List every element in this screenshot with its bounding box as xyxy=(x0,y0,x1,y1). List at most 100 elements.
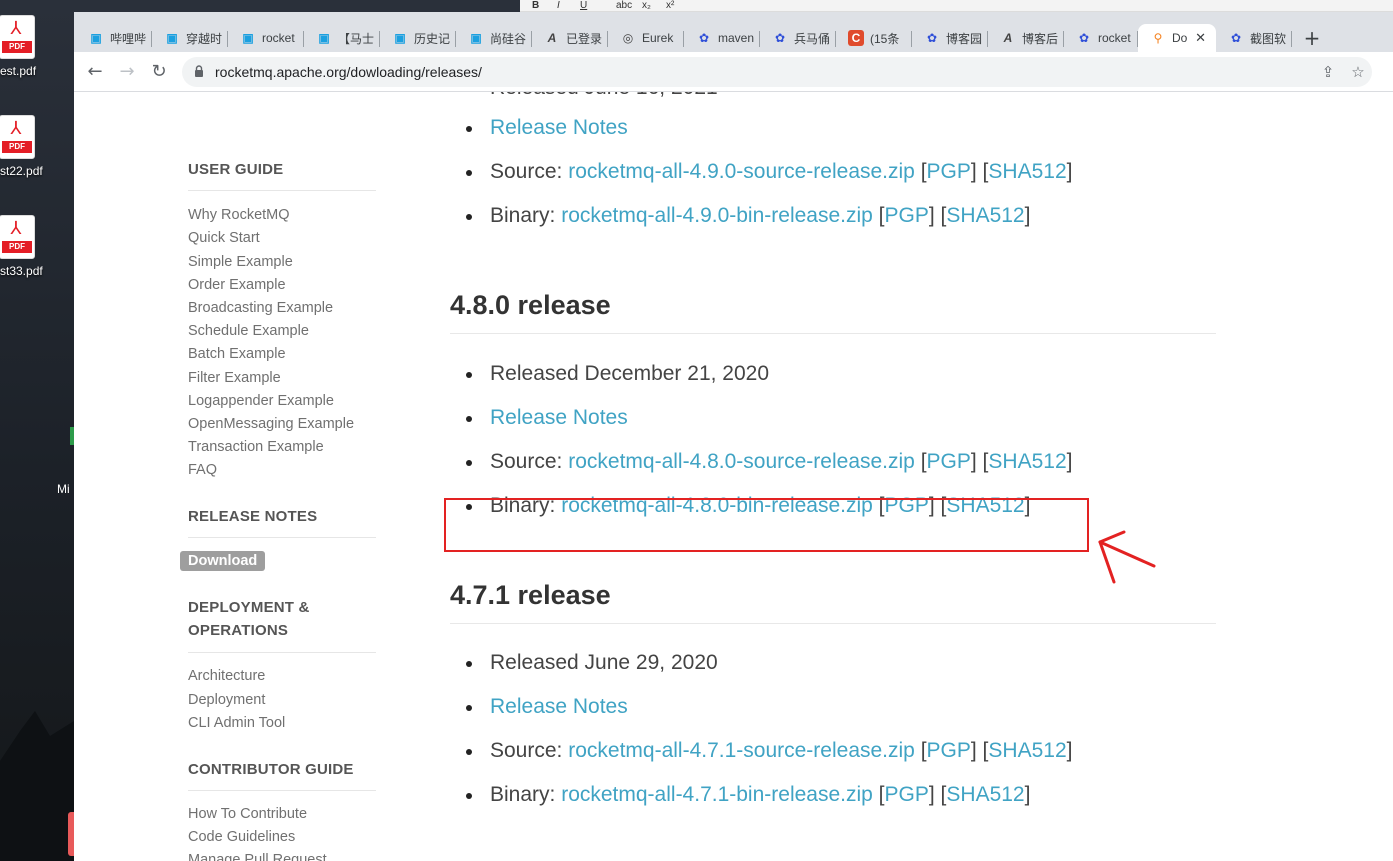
browser-tab[interactable]: A 已登录 xyxy=(532,24,608,52)
sidebar-link[interactable]: Quick Start xyxy=(188,228,260,248)
a-icon: A xyxy=(547,31,557,45)
bracket: ] [ xyxy=(928,783,947,806)
browser-tab[interactable]: ✿ 博客园 xyxy=(912,24,988,52)
browser-tab[interactable]: ▣ 哔哩哔 xyxy=(76,24,152,52)
superscript-button[interactable]: x² xyxy=(666,0,674,12)
sha512-link[interactable]: SHA512 xyxy=(988,160,1066,183)
bookmark-star-icon[interactable]: ☆ xyxy=(1346,60,1370,84)
paw-icon: ✿ xyxy=(774,31,786,45)
back-icon[interactable]: ← xyxy=(83,60,107,84)
browser-tab[interactable]: ▣ 历史记 xyxy=(380,24,456,52)
list-item-text: Source: rocketmq-all-4.8.0-source-releas… xyxy=(490,448,1072,476)
sidebar-link[interactable]: CLI Admin Tool xyxy=(188,713,285,733)
sidebar-link[interactable]: Code Guidelines xyxy=(188,827,295,847)
released-date-text: Released June 16, 2021 xyxy=(490,92,718,102)
pgp-link[interactable]: PGP xyxy=(885,204,929,227)
sidebar-link[interactable]: Batch Example xyxy=(188,344,286,364)
source-zip-link[interactable]: rocketmq-all-4.7.1-source-release.zip xyxy=(568,739,915,762)
tab-label: Do xyxy=(1172,31,1188,45)
sidebar-heading-deployment: DEPLOYMENT & xyxy=(188,599,310,616)
browser-tab[interactable]: ✿ rocket xyxy=(1064,24,1138,52)
share-icon[interactable]: ⇪ xyxy=(1316,60,1340,84)
tab-label: maven xyxy=(718,31,755,45)
paw-icon: ✿ xyxy=(1230,31,1242,45)
browser-tab[interactable]: ✿ 兵马俑 xyxy=(760,24,836,52)
release-notes-link[interactable]: Release Notes xyxy=(490,116,628,139)
sidebar-link[interactable]: How To Contribute xyxy=(188,804,307,824)
sidebar-link[interactable]: Architecture xyxy=(188,666,265,686)
sidebar-link[interactable]: Why RocketMQ xyxy=(188,205,290,225)
bracket: ] [ xyxy=(970,160,989,183)
sidebar-link[interactable]: Manage Pull Request xyxy=(188,850,327,861)
list-item-text: Binary: rocketmq-all-4.7.1-bin-release.z… xyxy=(490,781,1030,809)
sidebar-link[interactable]: FAQ xyxy=(188,460,217,480)
tab-separator xyxy=(1291,31,1292,47)
browser-tab[interactable]: ✿ maven xyxy=(684,24,760,52)
sidebar-link[interactable]: Schedule Example xyxy=(188,321,309,341)
pgp-link[interactable]: PGP xyxy=(927,160,971,183)
source-zip-link[interactable]: rocketmq-all-4.8.0-source-release.zip xyxy=(568,450,915,473)
browser-tab[interactable]: ✿ 截图软 xyxy=(1216,24,1292,52)
strikethrough-button[interactable]: abc xyxy=(616,0,632,12)
a-icon: A xyxy=(1003,31,1013,45)
paw-icon: ✿ xyxy=(698,31,710,45)
browser-tab[interactable]: ▣ 尚硅谷 xyxy=(456,24,532,52)
sha512-link[interactable]: SHA512 xyxy=(988,450,1066,473)
paw-icon: ✿ xyxy=(926,31,938,45)
bold-button[interactable]: B xyxy=(532,0,539,12)
subscript-button[interactable]: x₂ xyxy=(642,0,651,12)
sidebar-link[interactable]: Logappender Example xyxy=(188,391,334,411)
bracket: [ xyxy=(872,204,885,227)
release-notes-link[interactable]: Release Notes xyxy=(490,406,628,429)
tab-label: 哔哩哔 xyxy=(110,31,147,46)
binary-zip-link[interactable]: rocketmq-all-4.9.0-bin-release.zip xyxy=(561,204,873,227)
italic-button[interactable]: I xyxy=(557,0,560,12)
binary-zip-link[interactable]: rocketmq-all-4.7.1-bin-release.zip xyxy=(561,783,873,806)
sha512-link[interactable]: SHA512 xyxy=(988,739,1066,762)
browser-tab[interactable]: A 博客后 xyxy=(988,24,1064,52)
new-tab-button[interactable]: + xyxy=(1300,26,1324,50)
tab-label: rocket xyxy=(262,31,295,45)
bilibili-icon: ▣ xyxy=(166,31,178,45)
browser-tab[interactable]: ◎ Eurek xyxy=(608,24,684,52)
browser-tab[interactable]: C (15条 xyxy=(836,24,912,52)
address-bar[interactable]: rocketmq.apache.org/dowloading/releases/… xyxy=(182,57,1372,87)
tab-label: 【马士 xyxy=(338,31,375,46)
browser-tab[interactable]: ▣ rocket xyxy=(228,24,304,52)
sha512-link[interactable]: SHA512 xyxy=(946,204,1024,227)
acrobat-icon: ⅄ xyxy=(10,118,22,139)
desktop-icon-label: st33.pdf xyxy=(0,264,43,278)
bracket: ] xyxy=(1066,160,1073,183)
browser-tab[interactable]: ▣ 【马士 xyxy=(304,24,380,52)
release-notes-link[interactable]: Release Notes xyxy=(490,695,628,718)
sidebar-item-download[interactable]: Download xyxy=(180,551,266,571)
source-zip-link[interactable]: rocketmq-all-4.9.0-source-release.zip xyxy=(568,160,915,183)
annotation-arrow xyxy=(1098,530,1156,584)
list-item-text: Binary: rocketmq-all-4.9.0-bin-release.z… xyxy=(490,202,1030,230)
sidebar-link[interactable]: OpenMessaging Example xyxy=(188,414,354,434)
sidebar-link[interactable]: Transaction Example xyxy=(188,437,324,457)
underline-button[interactable]: U xyxy=(580,0,587,12)
pgp-link[interactable]: PGP xyxy=(885,783,929,806)
desktop-icon-label: est.pdf xyxy=(0,64,37,78)
annotation-highlight-box xyxy=(444,498,1089,552)
pgp-link[interactable]: PGP xyxy=(927,739,971,762)
sidebar-link[interactable]: Order Example xyxy=(188,275,286,295)
pdf-file-icon: ⅄ PDF xyxy=(0,16,34,58)
sha512-link[interactable]: SHA512 xyxy=(946,783,1024,806)
c-icon: C xyxy=(848,30,864,46)
list-item-text: Released December 21, 2020 xyxy=(490,360,769,388)
browser-tab[interactable]: ▣ 穿越时 xyxy=(152,24,228,52)
pgp-link[interactable]: PGP xyxy=(927,450,971,473)
browser-tab[interactable]: ⚲ Do ✕ xyxy=(1138,24,1216,52)
sidebar-link[interactable]: Simple Example xyxy=(188,252,293,272)
sidebar-link[interactable]: Broadcasting Example xyxy=(188,298,333,318)
reload-icon[interactable]: ↻ xyxy=(147,60,171,84)
tab-label: 博客后 xyxy=(1022,31,1059,46)
sidebar-link[interactable]: Filter Example xyxy=(188,368,281,388)
list-bullet xyxy=(466,372,472,378)
pdf-badge-text: PDF xyxy=(2,241,32,253)
sidebar-link[interactable]: Deployment xyxy=(188,690,265,710)
close-tab-icon[interactable]: ✕ xyxy=(1195,30,1206,46)
forward-icon[interactable]: → xyxy=(115,60,139,84)
